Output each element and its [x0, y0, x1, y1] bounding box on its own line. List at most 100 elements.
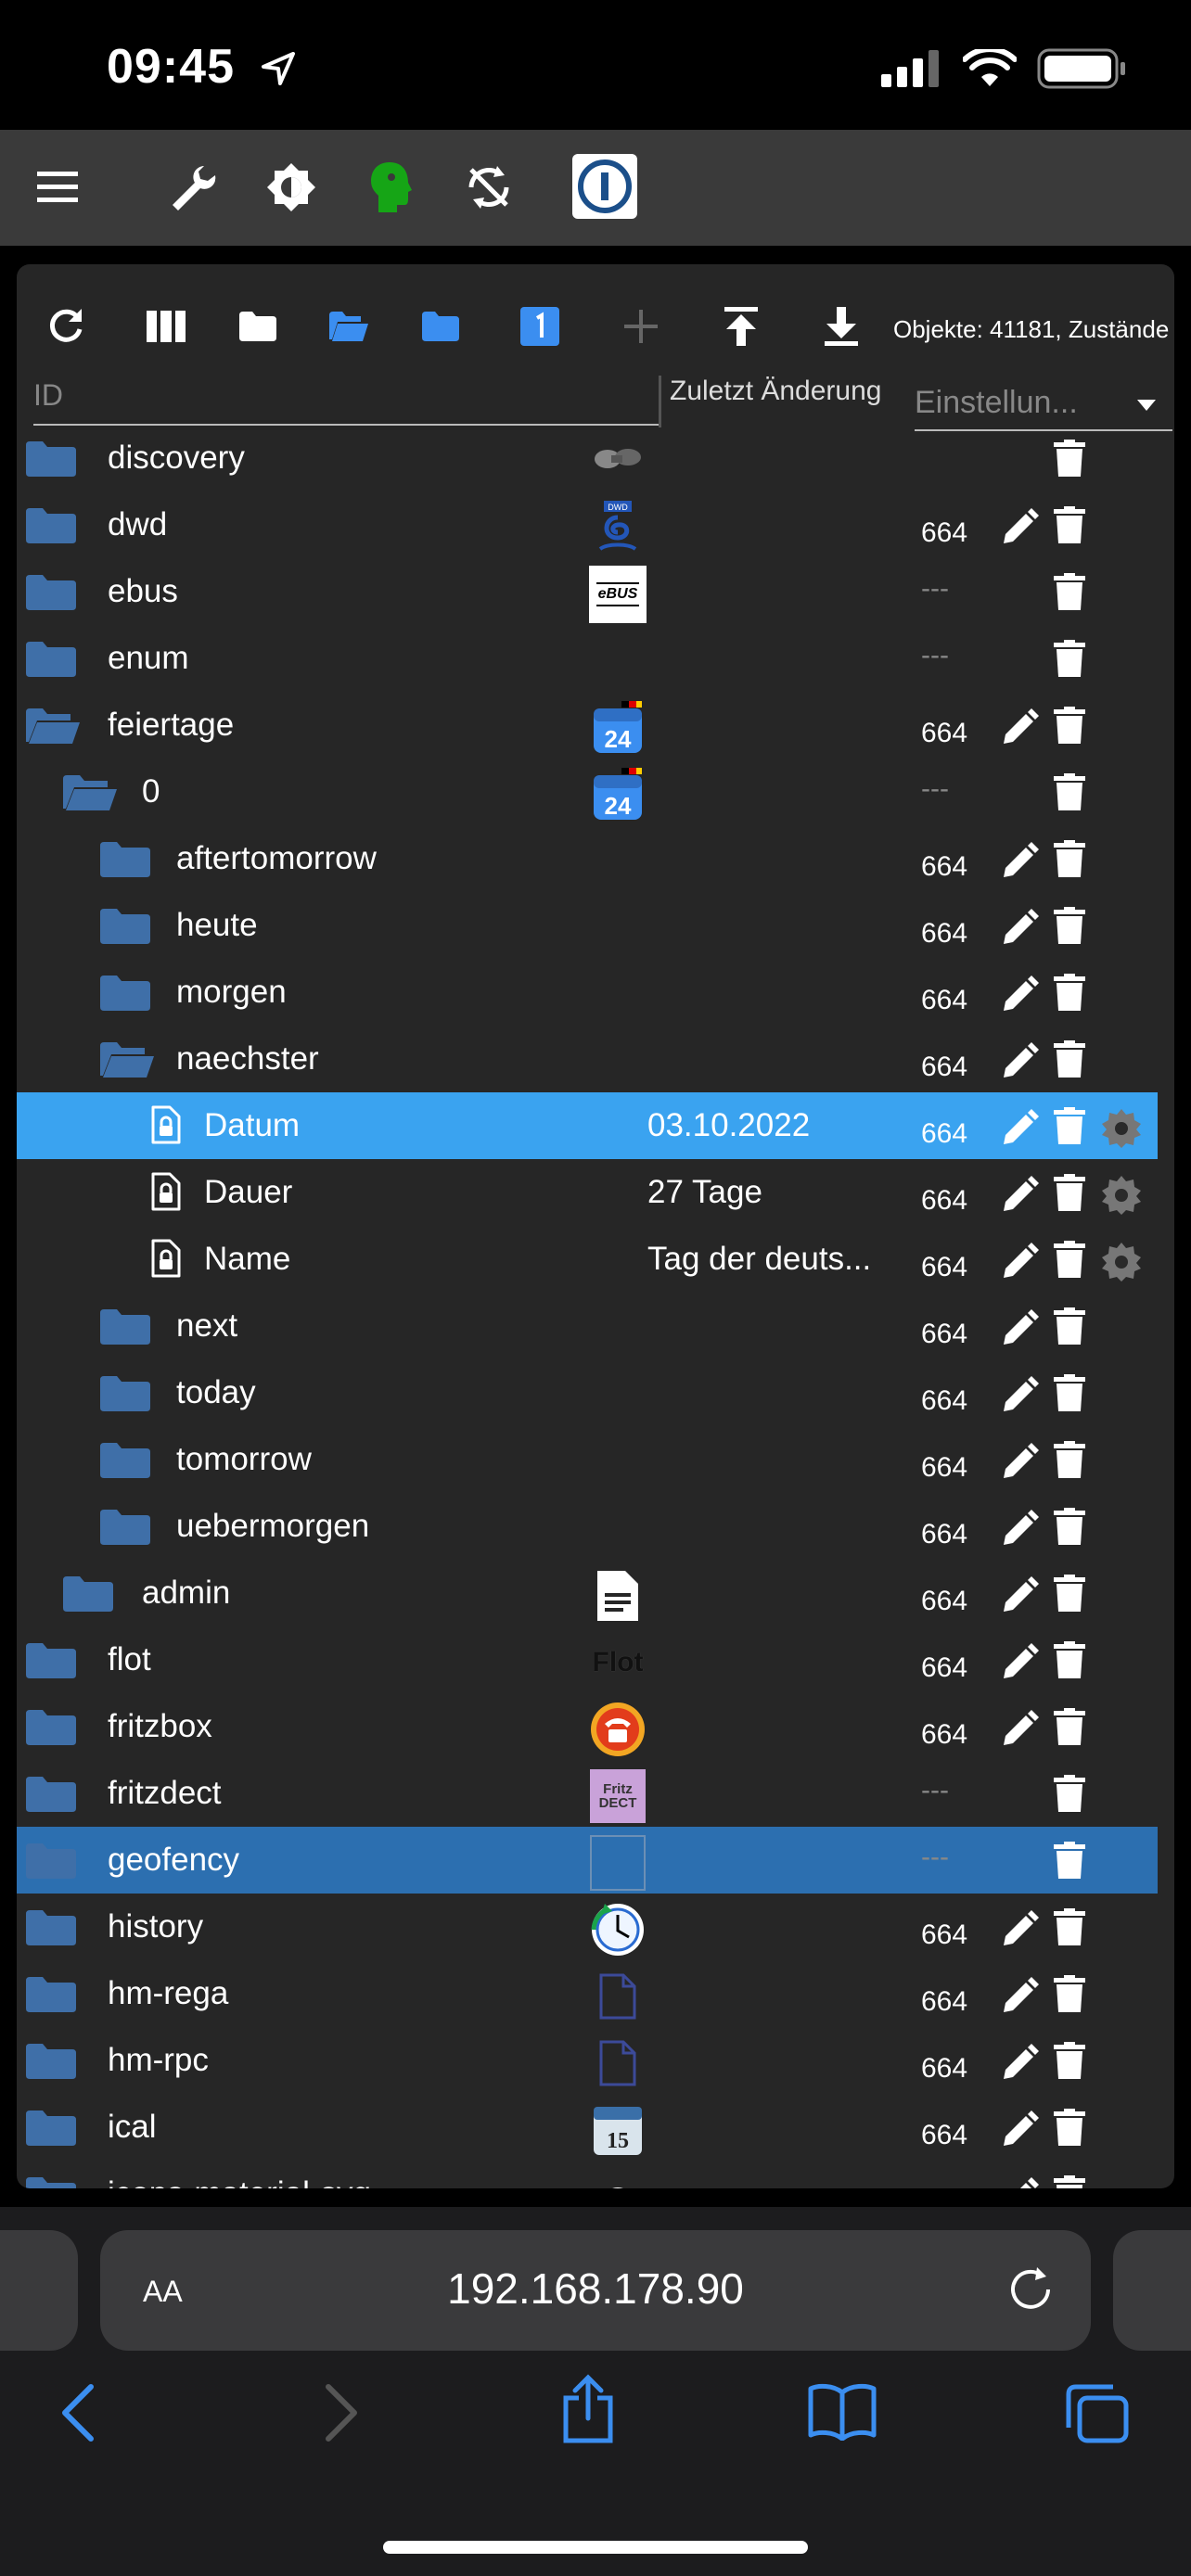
folder-icon[interactable] — [26, 508, 76, 548]
tree-folder-row[interactable]: heute 664 — [17, 892, 1158, 959]
add-object-icon[interactable] — [616, 301, 666, 351]
tree-folder-row[interactable]: icons-material-svg 664 — [17, 2161, 1158, 2188]
edit-pencil-icon[interactable] — [1000, 1309, 1039, 1353]
folder-icon[interactable] — [26, 2111, 76, 2150]
edit-pencil-icon[interactable] — [1000, 1977, 1039, 2021]
delete-trash-icon[interactable] — [1054, 440, 1085, 481]
folder-collapse-icon[interactable] — [233, 301, 283, 351]
wrench-icon[interactable] — [162, 158, 222, 217]
filter-one-icon[interactable] — [515, 301, 565, 351]
edit-pencil-icon[interactable] — [1000, 1243, 1039, 1286]
edit-pencil-icon[interactable] — [1000, 1643, 1039, 1687]
folder-icon[interactable] — [26, 575, 76, 615]
tree-folder-row[interactable]: admin 664 — [17, 1560, 1158, 1626]
edit-pencil-icon[interactable] — [1000, 708, 1039, 752]
edit-pencil-icon[interactable] — [1000, 1376, 1039, 1420]
column-resize-handle[interactable] — [659, 376, 661, 427]
tree-state-row[interactable]: Name Tag der deuts... 664 — [17, 1226, 1158, 1293]
tree-folder-row[interactable]: today 664 — [17, 1359, 1158, 1426]
delete-trash-icon[interactable] — [1054, 1908, 1085, 1950]
folder-open-icon[interactable] — [324, 301, 374, 351]
edit-pencil-icon[interactable] — [1000, 976, 1039, 1019]
delete-trash-icon[interactable] — [1054, 1107, 1085, 1149]
folder-open-icon[interactable] — [63, 775, 117, 815]
tree-state-row[interactable]: Dauer 27 Tage 664 — [17, 1159, 1158, 1226]
delete-trash-icon[interactable] — [1054, 1975, 1085, 2017]
folder-icon[interactable] — [100, 976, 150, 1015]
delete-trash-icon[interactable] — [1054, 2109, 1085, 2150]
folder-icon[interactable] — [26, 1643, 76, 1683]
settings-gear-icon[interactable] — [1102, 1176, 1141, 1219]
tree-folder-row[interactable]: dwd DWD 664 — [17, 491, 1158, 558]
folder-icon[interactable] — [100, 1309, 150, 1349]
brightness-theme-icon[interactable] — [262, 158, 321, 217]
folder-icon[interactable] — [100, 909, 150, 949]
next-tab-preview[interactable] — [1113, 2230, 1191, 2351]
folder-icon[interactable] — [100, 1443, 150, 1483]
sync-disabled-icon[interactable] — [459, 158, 519, 217]
tree-folder-row[interactable]: uebermorgen 664 — [17, 1493, 1158, 1560]
delete-trash-icon[interactable] — [1054, 506, 1085, 548]
folder-icon[interactable] — [26, 2044, 76, 2084]
expert-mode-head-icon[interactable] — [362, 158, 421, 217]
edit-pencil-icon[interactable] — [1000, 1109, 1039, 1153]
tree-state-row[interactable]: Datum 03.10.2022 664 — [17, 1092, 1158, 1159]
delete-trash-icon[interactable] — [1054, 707, 1085, 748]
edit-pencil-icon[interactable] — [1000, 1710, 1039, 1753]
reload-icon[interactable] — [1005, 2264, 1056, 2314]
tree-item-value[interactable]: 27 Tage — [647, 1174, 762, 1211]
upload-icon[interactable] — [716, 301, 766, 351]
edit-pencil-icon[interactable] — [1000, 2111, 1039, 2154]
delete-trash-icon[interactable] — [1054, 2175, 1085, 2188]
folder-icon[interactable] — [26, 2177, 76, 2188]
folder-icon[interactable] — [26, 1777, 76, 1817]
delete-trash-icon[interactable] — [1054, 1174, 1085, 1216]
folder-icon[interactable] — [26, 642, 76, 682]
previous-tab-preview[interactable] — [0, 2230, 78, 2351]
folder-icon[interactable] — [26, 1977, 76, 2017]
tree-item-value[interactable]: Tag der deuts... — [647, 1241, 871, 1278]
delete-trash-icon[interactable] — [1054, 1775, 1085, 1817]
tree-item-value[interactable]: 03.10.2022 — [647, 1107, 810, 1144]
delete-trash-icon[interactable] — [1054, 1508, 1085, 1549]
folder-icon[interactable] — [100, 1376, 150, 1416]
refresh-icon[interactable] — [41, 301, 91, 351]
edit-pencil-icon[interactable] — [1000, 1176, 1039, 1219]
delete-trash-icon[interactable] — [1054, 1441, 1085, 1483]
tree-folder-row[interactable]: 0 24 --- — [17, 759, 1158, 825]
back-arrow-icon[interactable] — [59, 2383, 96, 2442]
folder-icon[interactable] — [26, 1710, 76, 1750]
delete-trash-icon[interactable] — [1054, 1241, 1085, 1282]
delete-trash-icon[interactable] — [1054, 1040, 1085, 1082]
hamburger-menu-icon[interactable] — [28, 158, 87, 217]
tree-folder-row[interactable]: ebus eBUS --- — [17, 558, 1158, 625]
edit-pencil-icon[interactable] — [1000, 1910, 1039, 1954]
tree-folder-row[interactable]: discovery — [17, 436, 1158, 491]
delete-trash-icon[interactable] — [1054, 1842, 1085, 1883]
tabs-icon[interactable] — [1065, 2383, 1130, 2444]
delete-trash-icon[interactable] — [1054, 1307, 1085, 1349]
folder-icon[interactable] — [63, 1576, 113, 1616]
edit-pencil-icon[interactable] — [1000, 2044, 1039, 2087]
delete-trash-icon[interactable] — [1054, 640, 1085, 682]
delete-trash-icon[interactable] — [1054, 840, 1085, 882]
delete-trash-icon[interactable] — [1054, 773, 1085, 815]
tree-folder-row[interactable]: morgen 664 — [17, 959, 1158, 1026]
tree-folder-row[interactable]: hm-rpc 664 — [17, 2027, 1158, 2094]
delete-trash-icon[interactable] — [1054, 907, 1085, 949]
edit-pencil-icon[interactable] — [1000, 842, 1039, 886]
tree-folder-row[interactable]: tomorrow 664 — [17, 1426, 1158, 1493]
tree-folder-row[interactable]: feiertage 24 664 — [17, 692, 1158, 759]
folder-icon[interactable] — [100, 1510, 150, 1549]
delete-trash-icon[interactable] — [1054, 573, 1085, 615]
folder-icon[interactable] — [100, 842, 150, 882]
tree-folder-row[interactable]: ical 15 664 — [17, 2094, 1158, 2161]
settings-gear-icon[interactable] — [1102, 1243, 1141, 1286]
delete-trash-icon[interactable] — [1054, 1708, 1085, 1750]
tree-folder-row[interactable]: history 664 — [17, 1894, 1158, 1960]
delete-trash-icon[interactable] — [1054, 1374, 1085, 1416]
tree-folder-row[interactable]: geofency --- — [17, 1827, 1158, 1894]
delete-trash-icon[interactable] — [1054, 2042, 1085, 2084]
share-icon[interactable] — [560, 2374, 616, 2444]
edit-pencil-icon[interactable] — [1000, 1042, 1039, 1086]
